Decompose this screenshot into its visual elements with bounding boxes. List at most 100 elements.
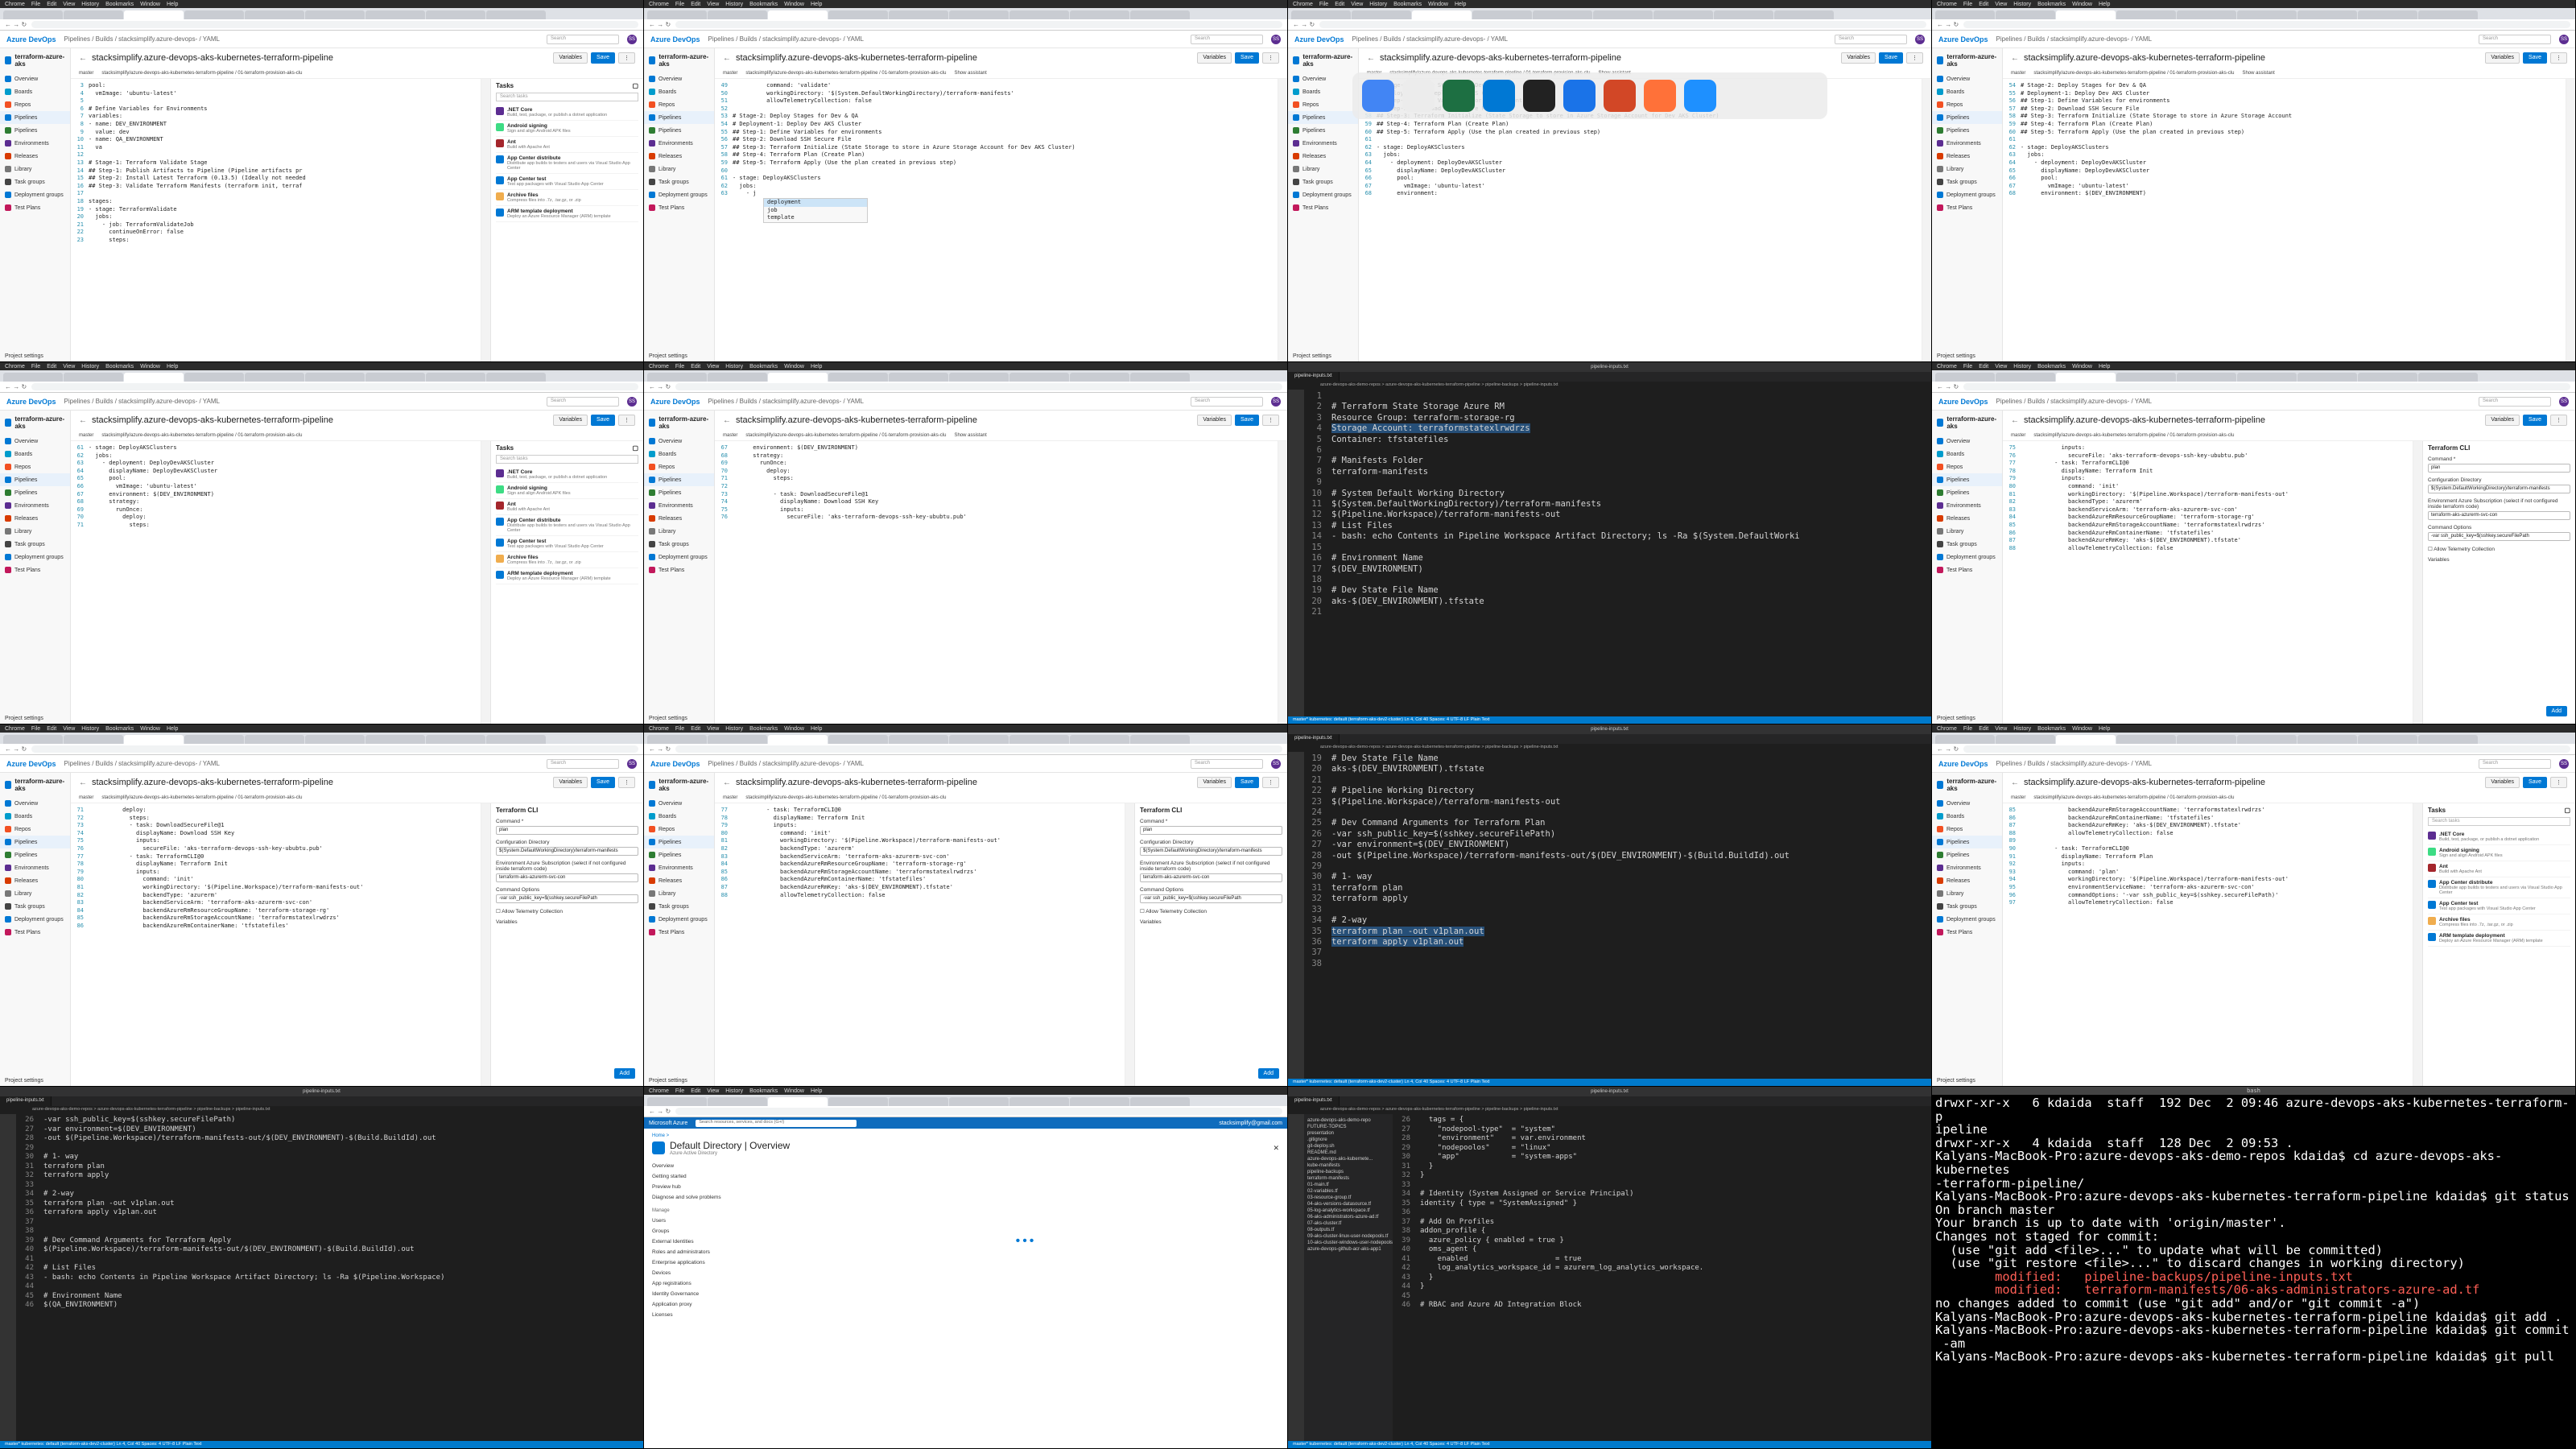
autocomplete-option[interactable]: job bbox=[764, 207, 867, 215]
dock-app-icon[interactable] bbox=[1523, 80, 1555, 112]
sidebar-item-deployment-groups[interactable]: Deployment groups bbox=[1932, 188, 2002, 201]
explorer-item[interactable]: presentation bbox=[1307, 1130, 1389, 1137]
code-editor[interactable]: 19 # Dev State File Name 20 aks-$(DEV_ENVIR… bbox=[1304, 752, 1931, 1079]
save-button[interactable]: Save bbox=[591, 415, 615, 426]
sidebar-item-task-groups[interactable]: Task groups bbox=[644, 175, 714, 188]
breadcrumb-item[interactable]: Pipelines bbox=[1996, 760, 2022, 767]
sidebar-item-pipelines[interactable]: Pipelines bbox=[644, 473, 714, 486]
sidebar-item-overview[interactable]: Overview bbox=[0, 435, 70, 448]
address-bar[interactable] bbox=[31, 21, 638, 28]
sidebar-item-releases[interactable]: Releases bbox=[644, 874, 714, 887]
save-button[interactable]: Save bbox=[591, 52, 615, 64]
tasks-search-input[interactable]: Search tasks bbox=[496, 93, 638, 101]
sidebar-item-deployment-groups[interactable]: Deployment groups bbox=[1932, 551, 2002, 564]
address-bar[interactable] bbox=[1319, 21, 1926, 28]
breadcrumb-item[interactable]: YAML bbox=[203, 760, 220, 767]
more-options-icon[interactable]: ⋮ bbox=[618, 415, 635, 426]
breadcrumb-item[interactable]: Builds bbox=[2028, 760, 2046, 767]
search-input[interactable]: Search bbox=[547, 396, 619, 407]
more-options-icon[interactable]: ⋮ bbox=[2550, 415, 2567, 426]
code-editor[interactable]: 26 -var ssh_public_key=$(sshkey.secureFil… bbox=[16, 1114, 643, 1441]
avatar[interactable]: SS bbox=[1271, 758, 1281, 769]
breadcrumb-item[interactable]: Builds bbox=[740, 35, 758, 43]
dock-app-icon[interactable] bbox=[1604, 80, 1636, 112]
breadcrumb-item[interactable]: Builds bbox=[96, 760, 114, 767]
variables-button[interactable]: Variables bbox=[2485, 52, 2520, 64]
subscription-select[interactable]: terraform-aks-azurerm-svc-con bbox=[496, 873, 638, 882]
sidebar-item-repos[interactable]: Repos bbox=[644, 460, 714, 473]
save-button[interactable]: Save bbox=[1235, 52, 1259, 64]
task-item[interactable]: Android signing Sign and align Android AP… bbox=[2428, 845, 2570, 861]
show-assistant-link[interactable]: Show assistant bbox=[954, 71, 986, 76]
yaml-editor[interactable]: 49 command: 'validate' 50 workingDirector… bbox=[715, 79, 1278, 361]
sidebar-item-pipelines[interactable]: Pipelines bbox=[1288, 124, 1358, 137]
explorer-item[interactable]: 04-aks-versions-datasource.tf bbox=[1307, 1201, 1389, 1208]
portal-nav-item[interactable]: Enterprise applications bbox=[652, 1257, 773, 1268]
save-button[interactable]: Save bbox=[591, 777, 615, 788]
breadcrumb-item[interactable]: Builds bbox=[1384, 35, 1402, 43]
sidebar-item-repos[interactable]: Repos bbox=[0, 823, 70, 836]
code-editor[interactable]: 26 tags = {27 "nodepool-type" = "system"… bbox=[1393, 1114, 1931, 1441]
editor-tab[interactable]: pipeline-inputs.txt bbox=[1288, 372, 1340, 382]
search-input[interactable]: Search bbox=[2479, 34, 2551, 44]
variables-button[interactable]: Variables bbox=[1841, 52, 1876, 64]
sidebar-item-pipelines[interactable]: Pipelines bbox=[0, 124, 70, 137]
task-item[interactable]: .NET Core Build, test, package, or publis… bbox=[496, 467, 638, 483]
variables-button[interactable]: Variables bbox=[553, 777, 588, 788]
ado-logo[interactable]: Azure DevOps bbox=[1938, 760, 1988, 768]
sidebar-item-pipelines[interactable]: Pipelines bbox=[1932, 124, 2002, 137]
task-item[interactable]: Android signing Sign and align Android AP… bbox=[496, 121, 638, 137]
sidebar-item-repos[interactable]: Repos bbox=[0, 460, 70, 473]
breadcrumb-item[interactable]: YAML bbox=[203, 398, 220, 405]
search-input[interactable]: Search bbox=[1835, 34, 1907, 44]
sidebar-item-boards[interactable]: Boards bbox=[1932, 810, 2002, 823]
sidebar-item-overview[interactable]: Overview bbox=[644, 797, 714, 810]
ado-logo[interactable]: Azure DevOps bbox=[6, 398, 56, 406]
explorer-item[interactable]: 02-variables.tf bbox=[1307, 1188, 1389, 1195]
search-input[interactable]: Search bbox=[1191, 758, 1263, 769]
breadcrumb-item[interactable]: YAML bbox=[847, 398, 864, 405]
sidebar-item-environments[interactable]: Environments bbox=[0, 861, 70, 874]
breadcrumb-item[interactable]: Pipelines bbox=[1352, 35, 1378, 43]
task-item[interactable]: .NET Core Build, test, package, or publis… bbox=[2428, 829, 2570, 845]
sidebar-item-test-plans[interactable]: Test Plans bbox=[1932, 564, 2002, 576]
config-dir-input[interactable]: $(System.DefaultWorkingDirectory)/terraf… bbox=[1140, 847, 1282, 856]
portal-nav-item[interactable]: Licenses bbox=[652, 1310, 773, 1320]
variables-section[interactable]: Variables bbox=[1140, 919, 1282, 925]
breadcrumb-item[interactable]: Builds bbox=[96, 398, 114, 405]
explorer-item[interactable]: azure-devops-github-acr-aks-app1 bbox=[1307, 1246, 1389, 1253]
sidebar-item-overview[interactable]: Overview bbox=[644, 435, 714, 448]
command-options-input[interactable]: -var ssh_public_key=$(sshkey.secureFileP… bbox=[1140, 894, 1282, 903]
sidebar-item-task-groups[interactable]: Task groups bbox=[644, 900, 714, 913]
command-select[interactable]: plan bbox=[496, 826, 638, 835]
sidebar-item-boards[interactable]: Boards bbox=[644, 810, 714, 823]
sidebar-item-task-groups[interactable]: Task groups bbox=[1932, 900, 2002, 913]
yaml-editor[interactable]: 77 - task: TerraformCLI@0 78 displayName:… bbox=[715, 803, 1125, 1086]
project-name[interactable]: terraform-azure-aks bbox=[1932, 776, 2002, 797]
sidebar-item-pipelines[interactable]: Pipelines bbox=[1288, 111, 1358, 124]
explorer-item[interactable]: terraform-manifests bbox=[1307, 1175, 1389, 1182]
sidebar-item-deployment-groups[interactable]: Deployment groups bbox=[0, 913, 70, 926]
more-options-icon[interactable]: ⋮ bbox=[618, 777, 635, 788]
sidebar-item-repos[interactable]: Repos bbox=[1932, 823, 2002, 836]
explorer-item[interactable]: 05-log-analytics-workspace.tf bbox=[1307, 1208, 1389, 1214]
sidebar-item-pipelines[interactable]: Pipelines bbox=[1932, 111, 2002, 124]
portal-search-input[interactable]: Search resources, services, and docs (G+… bbox=[696, 1119, 857, 1127]
sidebar-item-task-groups[interactable]: Task groups bbox=[1932, 175, 2002, 188]
sidebar-item-pipelines[interactable]: Pipelines bbox=[644, 848, 714, 861]
project-name[interactable]: terraform-azure-aks bbox=[644, 776, 714, 797]
sidebar-item-environments[interactable]: Environments bbox=[1932, 861, 2002, 874]
explorer-item[interactable]: 10-aks-cluster-windows-user-nodepools.tf bbox=[1307, 1240, 1393, 1246]
code-editor[interactable]: 1 2 # Terraform State Storage Azure RM 3 Res… bbox=[1304, 390, 1931, 716]
explorer-item[interactable]: 06-aks-administrators-azure-ad.tf bbox=[1307, 1214, 1389, 1220]
sidebar-item-boards[interactable]: Boards bbox=[1932, 85, 2002, 98]
dock-app-icon[interactable] bbox=[1362, 80, 1394, 112]
portal-nav-item[interactable]: Groups bbox=[652, 1226, 773, 1236]
editor-tab[interactable]: pipeline-inputs.txt bbox=[0, 1096, 52, 1106]
sidebar-item-library[interactable]: Library bbox=[644, 525, 714, 538]
project-settings-link[interactable]: Project settings bbox=[0, 716, 48, 721]
more-options-icon[interactable]: ⋮ bbox=[1906, 52, 1923, 64]
sidebar-item-releases[interactable]: Releases bbox=[1932, 512, 2002, 525]
breadcrumb-item[interactable]: Builds bbox=[96, 35, 114, 43]
branch-selector[interactable]: master bbox=[79, 795, 93, 800]
